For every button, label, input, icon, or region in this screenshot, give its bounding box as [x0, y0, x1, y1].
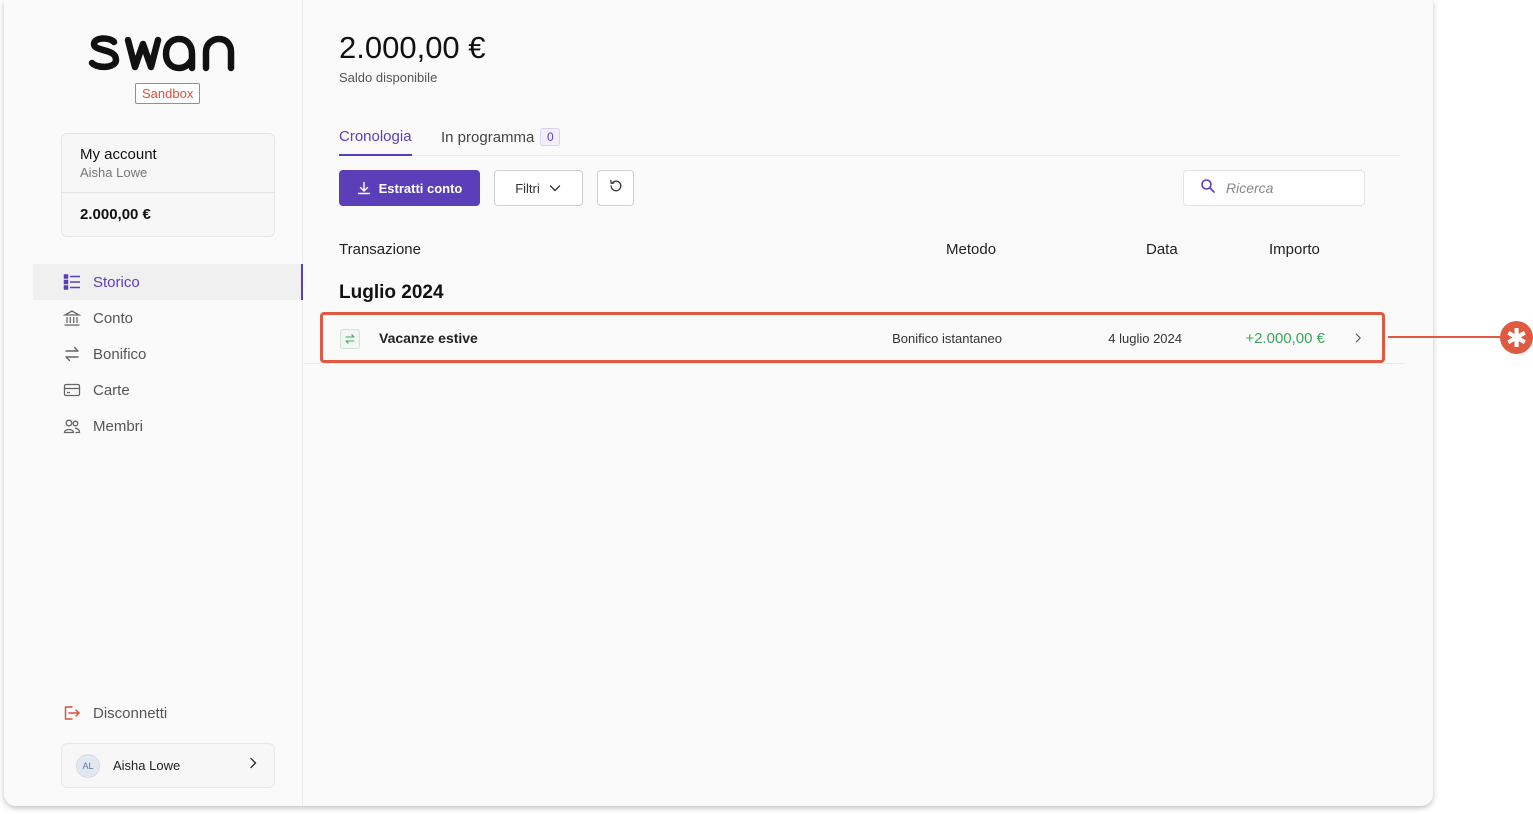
sidebar-item-label: Conto: [93, 309, 134, 327]
available-balance-label: Saldo disponibile: [339, 70, 438, 85]
export-statements-button[interactable]: Estratti conto: [339, 170, 480, 206]
refresh-button[interactable]: [597, 170, 634, 206]
sidebar-item-conto[interactable]: Conto: [33, 300, 303, 336]
column-header-amount: Importo: [1269, 241, 1320, 258]
swan-logo: [88, 30, 250, 74]
tab-cronologia[interactable]: Cronologia: [339, 128, 412, 156]
sidebar-item-carte[interactable]: Carte: [33, 372, 303, 408]
callout-marker: ✱: [1500, 321, 1533, 354]
sidebar-item-label: Bonifico: [93, 345, 147, 363]
tab-bar: Cronologia In programma 0: [339, 126, 1400, 156]
filters-label: Filtri: [515, 180, 540, 196]
user-menu[interactable]: AL Aisha Lowe: [61, 743, 275, 788]
logout-button[interactable]: Disconnetti: [63, 704, 167, 722]
logout-icon: [63, 704, 81, 722]
sidebar-item-membri[interactable]: Membri: [33, 408, 303, 444]
filters-button[interactable]: Filtri: [494, 170, 583, 206]
column-header-transaction: Transazione: [339, 241, 421, 258]
column-header-date: Data: [1146, 241, 1178, 258]
sidebar-item-label: Membri: [93, 417, 144, 435]
app-window: Sandbox My account Aisha Lowe 2.000,00 €…: [4, 0, 1433, 806]
tab-in-programma[interactable]: In programma 0: [441, 128, 561, 156]
card-icon: [63, 381, 81, 399]
sidebar-item-label: Storico: [93, 273, 140, 291]
chevron-down-icon: [548, 181, 562, 195]
swan-logo-mark: [88, 35, 235, 72]
members-icon: [63, 417, 81, 435]
bank-icon: [63, 309, 81, 327]
account-card-header: My account Aisha Lowe: [62, 134, 274, 193]
account-holder: Aisha Lowe: [80, 165, 148, 180]
available-balance: 2.000,00 €: [339, 30, 486, 65]
refresh-icon: [609, 179, 623, 198]
logout-label: Disconnetti: [93, 704, 168, 722]
account-name: My account: [80, 146, 157, 163]
month-group-heading: Luglio 2024: [339, 282, 444, 303]
callout-connector: [1388, 336, 1500, 338]
search-box[interactable]: [1183, 170, 1365, 206]
sidebar-item-storico[interactable]: Storico: [33, 264, 303, 300]
search-icon: [1200, 178, 1216, 199]
chevron-right-icon: [246, 756, 260, 775]
row-highlight-annotation: [320, 312, 1385, 363]
export-statements-label: Estratti conto: [378, 180, 463, 196]
download-icon: [357, 181, 371, 195]
transfer-icon: [63, 345, 81, 363]
main-content: 2.000,00 € Saldo disponibile Cronologia …: [304, 0, 1433, 806]
account-card[interactable]: My account Aisha Lowe 2.000,00 €: [61, 133, 275, 237]
sidebar: Sandbox My account Aisha Lowe 2.000,00 €…: [4, 0, 303, 806]
tab-count-badge: 0: [540, 128, 561, 146]
tab-label: Cronologia: [339, 128, 412, 145]
sandbox-badge: Sandbox: [135, 83, 201, 104]
avatar: AL: [76, 753, 100, 778]
search-input[interactable]: [1226, 180, 1356, 196]
sidebar-item-bonifico[interactable]: Bonifico: [33, 336, 303, 372]
account-balance: 2.000,00 €: [80, 206, 151, 223]
user-name: Aisha Lowe: [113, 758, 181, 773]
sidebar-item-label: Carte: [93, 381, 130, 399]
list-icon: [63, 273, 81, 291]
sidebar-nav: Storico Conto Bonifico Carte Membri: [33, 264, 303, 444]
tab-label: In programma: [441, 129, 535, 146]
column-header-method: Metodo: [946, 241, 997, 258]
